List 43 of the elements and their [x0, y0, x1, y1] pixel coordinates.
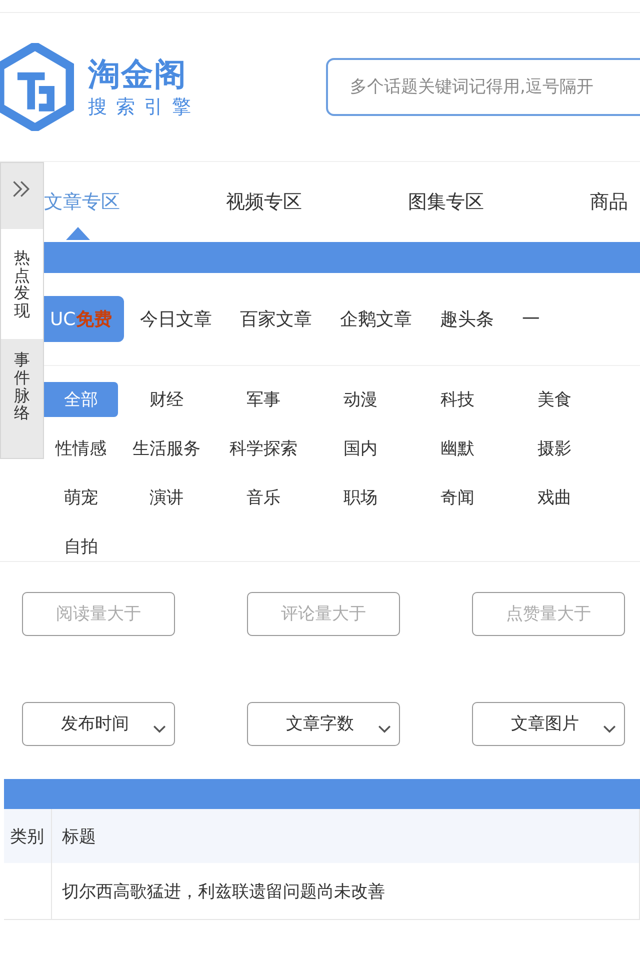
category-chip[interactable]: 生活服务 — [118, 431, 215, 466]
category-chip[interactable]: 科技 — [409, 382, 506, 417]
chevron-down-icon — [153, 725, 166, 734]
number-filter-field[interactable]: 评论量大于 — [247, 592, 400, 636]
tab[interactable]: 商品 — [590, 191, 628, 213]
category-chip[interactable]: 自拍 — [44, 529, 118, 564]
chevron-down-icon — [378, 725, 391, 734]
tab[interactable]: 图集专区 — [408, 191, 484, 213]
search-field[interactable]: 多个话题关键词记得用,逗号隔开 — [326, 58, 640, 116]
category-chip[interactable]: 科学探索 — [215, 431, 312, 466]
number-filter-field[interactable]: 点赞量大于 — [472, 592, 625, 636]
category-chip[interactable]: 职场 — [312, 480, 409, 515]
category-chip[interactable]: 动漫 — [312, 382, 409, 417]
tab[interactable]: 视频专区 — [226, 191, 302, 213]
source-tab[interactable]: 趣头条 — [428, 296, 506, 342]
category-chip[interactable]: 军事 — [215, 382, 312, 417]
category-chip[interactable]: 财经 — [118, 382, 215, 417]
category-chip[interactable]: 性情感 — [44, 431, 118, 466]
category-chip[interactable]: 音乐 — [215, 480, 312, 515]
category-chip[interactable]: 萌宠 — [44, 480, 118, 515]
source-tab[interactable]: 一 — [510, 296, 552, 342]
logo-title: 淘金阁 — [88, 54, 188, 94]
dropdown[interactable]: 文章字数 — [247, 702, 400, 746]
category-chip[interactable]: 摄影 — [506, 431, 603, 466]
logo-icon — [0, 43, 74, 131]
column-header: 类别 — [4, 809, 52, 863]
logo-subtitle: 搜索引擎 — [88, 95, 200, 120]
category-chip[interactable]: 国内 — [312, 431, 409, 466]
category-chip[interactable]: 美食 — [506, 382, 603, 417]
side-tab[interactable]: 热点发现 — [1, 229, 43, 340]
table-cell: 切尔西高歌猛进，利兹联遗留问题尚未改善 — [52, 863, 640, 920]
chevron-down-icon — [603, 725, 616, 734]
category-chip[interactable]: 戏曲 — [506, 480, 603, 515]
source-tab[interactable]: 企鹅文章 — [328, 296, 424, 342]
dropdown[interactable]: 发布时间 — [22, 702, 175, 746]
source-tab[interactable]: 今日文章 — [128, 296, 224, 342]
category-chip[interactable]: 演讲 — [118, 480, 215, 515]
dropdown[interactable]: 文章图片 — [472, 702, 625, 746]
column-header: 标题 — [52, 809, 640, 863]
category-chip[interactable]: 幽默 — [409, 431, 506, 466]
category-chip[interactable]: 奇闻 — [409, 480, 506, 515]
number-filter-field[interactable]: 阅读量大于 — [22, 592, 175, 636]
source-tab[interactable]: 百家文章 — [228, 296, 324, 342]
